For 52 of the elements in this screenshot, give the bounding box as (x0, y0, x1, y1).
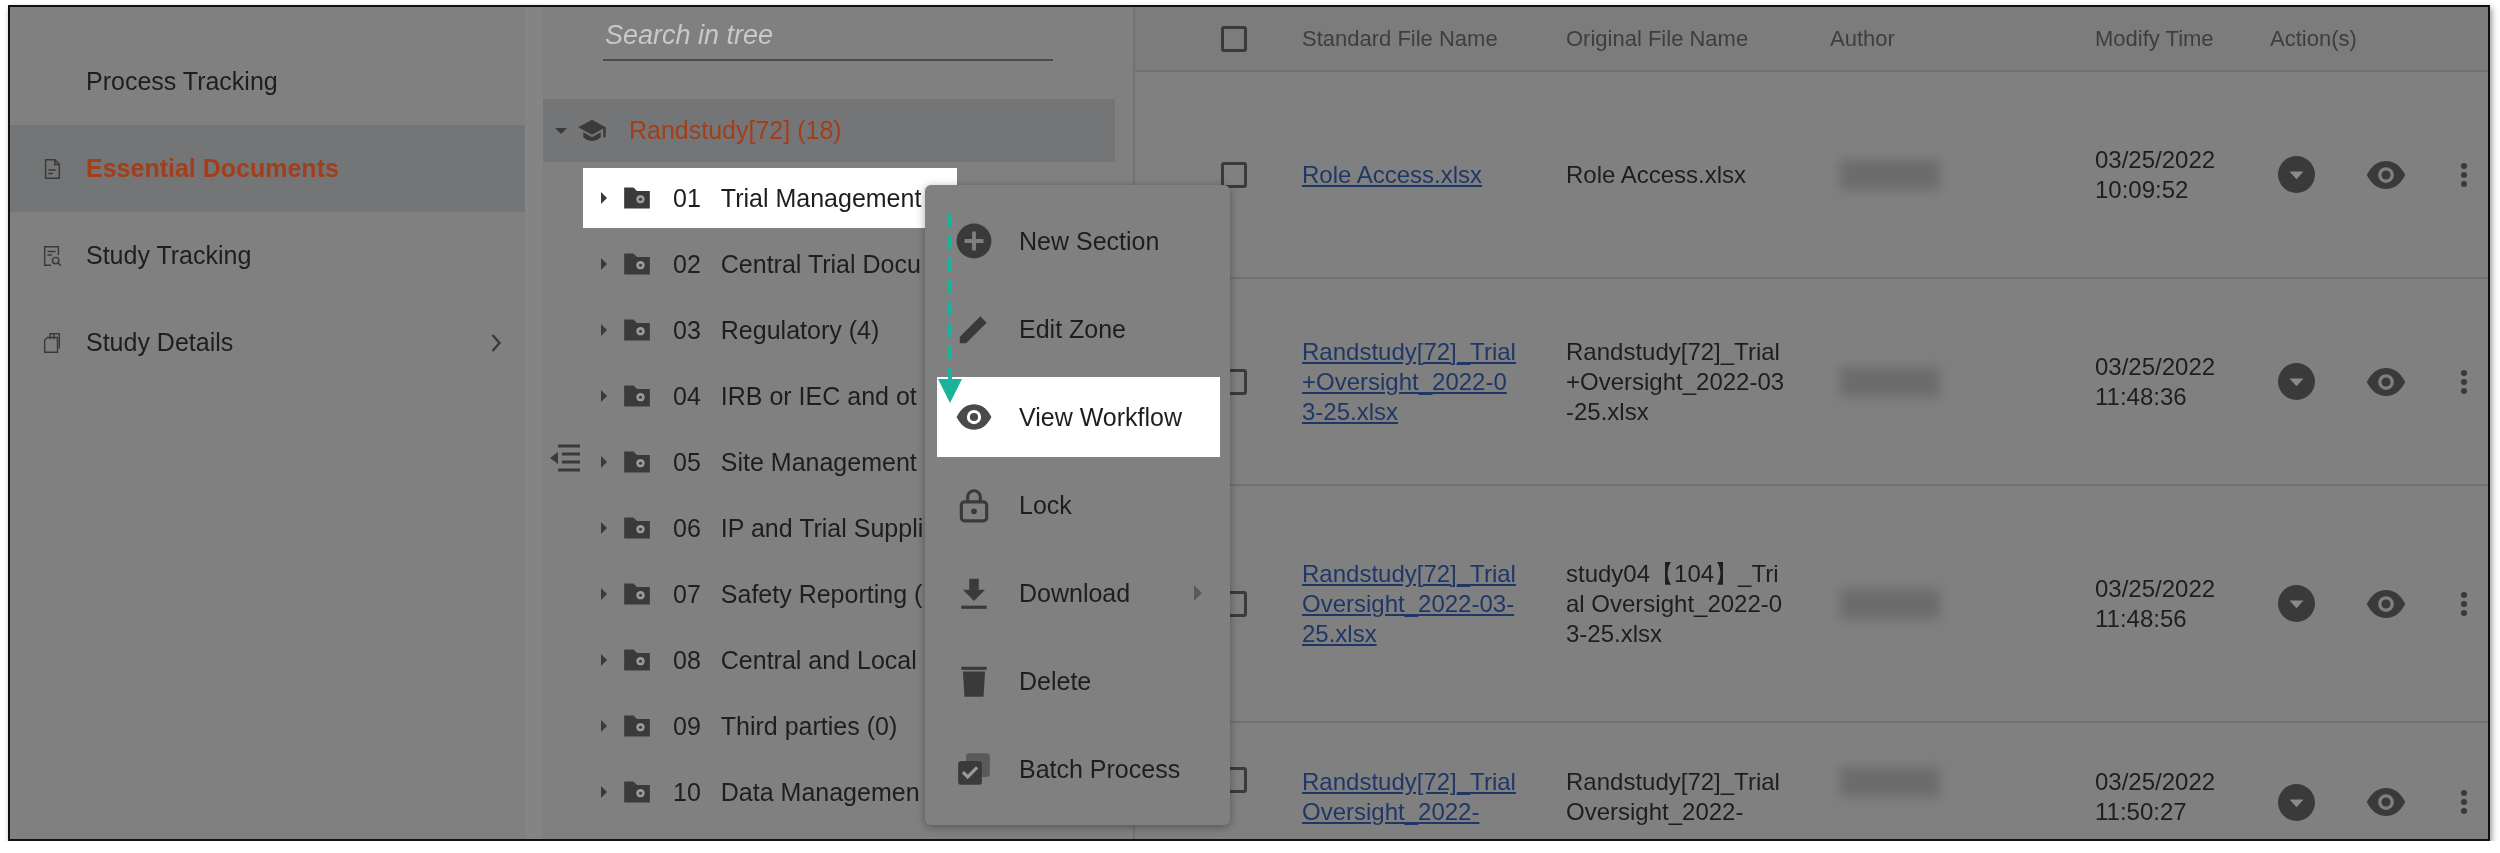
tree-item[interactable]: 10 Data Managemen (583, 762, 920, 822)
dropdown-circle-icon[interactable] (2278, 156, 2315, 193)
search-field[interactable]: Search in tree (603, 11, 1053, 61)
table-cell-text: Randstudy[72]_Trial Oversight_2022- (1566, 767, 1781, 827)
file-link[interactable]: Randstudy[72]_Trial Oversight_2022- (1302, 767, 1516, 827)
tree-item[interactable]: 02 Central Trial Docu (583, 234, 921, 294)
sidebar-item[interactable]: Study Tracking (10, 212, 525, 299)
tree-item[interactable]: 08 Central and Local (583, 630, 917, 690)
more-icon[interactable] (2461, 790, 2467, 814)
caret-right-icon[interactable] (601, 192, 607, 204)
tree-item[interactable]: 07 Safety Reporting ( (583, 564, 923, 624)
table-cell-text: 03/25/2022 11:48:36 (2095, 351, 2217, 412)
menu-item[interactable]: Batch Process (937, 729, 1220, 809)
table-cell-text: 03/25/2022 10:09:52 (2095, 144, 2217, 205)
column-header: Action(s) (2270, 25, 2358, 52)
collapse-tree-icon[interactable] (548, 444, 582, 472)
more-icon[interactable] (2461, 162, 2467, 187)
column-header: Original File Name (1566, 25, 1750, 52)
dropdown-circle-icon[interactable] (2278, 585, 2315, 622)
file-link[interactable]: Randstudy[72]_Trial Oversight_2022-03-25.xlsx (1302, 558, 1516, 649)
more-icon[interactable] (2461, 369, 2467, 394)
checked-stack-icon (955, 750, 993, 788)
tree-item[interactable]: 01 Trial Management (583, 168, 958, 228)
tree-item[interactable]: 05 Site Management (583, 432, 917, 492)
menu-item[interactable]: View Workflow (937, 377, 1220, 457)
table-cell-text: Role Access.xlsx (1566, 159, 1748, 190)
table-cell-text: 03/25/2022 11:48:56 (2095, 573, 2217, 634)
sidebar-item[interactable]: Study Details (10, 299, 525, 386)
more-icon[interactable] (2461, 591, 2467, 616)
add-icon (955, 222, 993, 260)
tree-item[interactable]: 09 Third parties (0) (583, 696, 898, 756)
table-cell-text: 03/25/2022 11:50:27 (2095, 767, 2217, 827)
select-all-checkbox[interactable] (1221, 25, 1247, 52)
tree-item[interactable]: 06 IP and Trial Suppli (583, 498, 924, 558)
tree-root-label: Randstudy[72] (18) (629, 116, 842, 145)
menu-item[interactable]: Download (937, 553, 1220, 633)
menu-item[interactable]: Delete (937, 641, 1220, 721)
dropdown-circle-icon[interactable] (2278, 783, 2315, 821)
menu-item[interactable]: Lock (937, 465, 1220, 545)
file-link[interactable]: Randstudy[72]_Trial+Oversight_2022-03-25.xlsx (1302, 336, 1516, 427)
file-link[interactable]: Role Access.xlsx (1302, 159, 1516, 190)
tree-item[interactable]: 03 Regulatory (4) (583, 300, 880, 360)
table-cell-text: study04【104】_Trial Oversight_2022-03-25.xlsx (1566, 558, 1784, 649)
column-header: Modify Time (2095, 25, 2215, 52)
table-cell-text: Randstudy[72]_Trial+Oversight_2022-03-25.xlsx (1566, 336, 1786, 427)
tree-item[interactable]: 04 IRB or IEC and ot (583, 366, 917, 426)
dropdown-circle-icon[interactable] (2278, 363, 2315, 400)
menu-item[interactable]: Edit Zone (937, 289, 1220, 369)
column-header: Author (1830, 25, 1896, 52)
sidebar-item[interactable]: Process Tracking (10, 38, 525, 125)
column-header: Standard File Name (1302, 25, 1499, 52)
caret-down-icon[interactable] (555, 127, 567, 134)
